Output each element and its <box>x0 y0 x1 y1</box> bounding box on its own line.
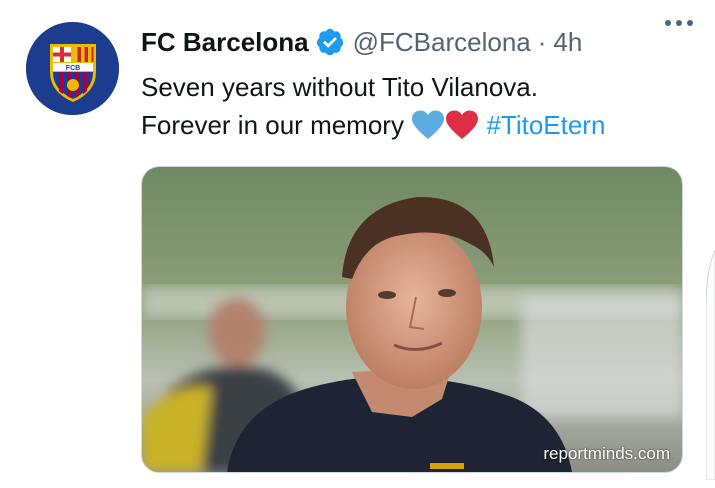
tweet-text-line1: Seven years without Tito Vilanova. <box>141 72 538 102</box>
hashtag-link[interactable]: #TitoEtern <box>486 110 605 140</box>
fc-barcelona-crest-icon: FCB <box>26 22 119 115</box>
tweet-text-line2: Forever in our memory <box>141 110 404 140</box>
tweet-header: FC Barcelona @FCBarcelona · 4h <box>141 24 695 60</box>
tweet-text-line2-row: Forever in our memory #TitoEtern <box>141 106 691 144</box>
blue-heart-emoji <box>412 110 445 139</box>
svg-text:FCB: FCB <box>66 65 80 72</box>
tweet-text: Seven years without Tito Vilanova. Forev… <box>141 68 691 144</box>
avatar[interactable]: FCB <box>26 22 119 115</box>
photo-image <box>142 167 682 472</box>
edge-decoration <box>706 250 715 480</box>
tweet-photo[interactable]: reportminds.com <box>141 166 683 473</box>
more-dot <box>687 20 693 26</box>
author-handle[interactable]: @FCBarcelona <box>353 27 531 58</box>
timestamp[interactable]: 4h <box>553 27 582 58</box>
more-dot <box>665 20 671 26</box>
separator-dot: · <box>537 26 547 57</box>
red-heart-emoji <box>446 110 479 139</box>
author-name[interactable]: FC Barcelona <box>141 27 309 58</box>
verified-badge-icon <box>316 28 343 56</box>
more-options-icon[interactable] <box>659 14 699 32</box>
more-dot <box>676 20 682 26</box>
watermark: reportminds.com <box>543 444 670 463</box>
